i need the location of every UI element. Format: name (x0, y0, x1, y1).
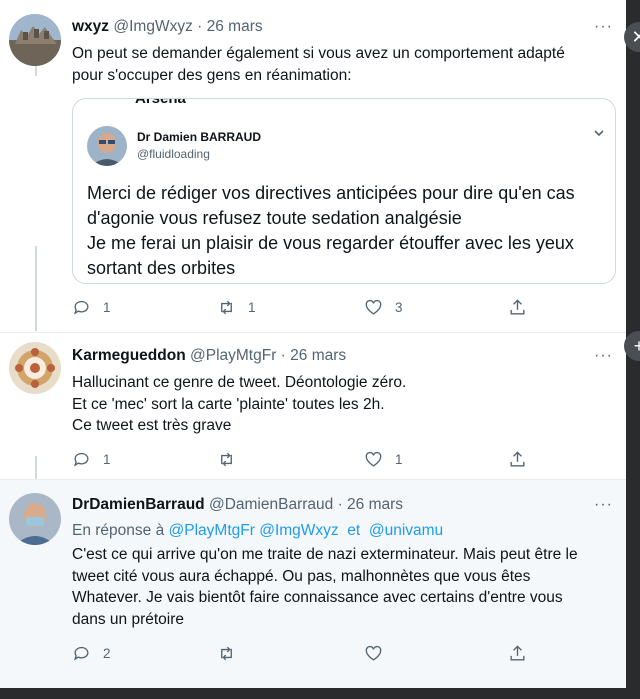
quoted-author-handle[interactable]: @fluidloading (137, 147, 210, 161)
add-button[interactable]: + (624, 331, 640, 361)
quoted-avatar[interactable] (87, 126, 127, 166)
retweet-icon (221, 452, 232, 466)
like-count: 1 (395, 451, 403, 467)
chevron-down-icon[interactable] (593, 126, 605, 144)
author-handle[interactable]: @PlayMtgFr (190, 347, 276, 364)
reply-count: 2 (103, 645, 111, 661)
tweet-thread-panel: wxyz @ImgWxyz · 26 mars ··· On peut se d… (0, 0, 626, 688)
retweet-button[interactable] (217, 642, 248, 664)
share-button[interactable] (508, 296, 527, 318)
author-handle[interactable]: @DamienBarraud (209, 496, 333, 513)
reply-icon (74, 646, 89, 661)
like-icon (365, 299, 382, 315)
add-icon: + (633, 335, 640, 356)
reply-conjunction: et (347, 522, 361, 539)
tweet-wxyz[interactable]: wxyz @ImgWxyz · 26 mars ··· On peut se d… (0, 0, 626, 332)
date-separator: · (333, 496, 348, 513)
close-button[interactable]: ✕ (624, 22, 640, 52)
reply-button[interactable]: 1 (72, 296, 111, 318)
author-name[interactable]: wxyz (72, 18, 109, 35)
reply-icon (74, 300, 89, 315)
close-icon: ✕ (631, 26, 640, 47)
more-icon[interactable]: ··· (594, 496, 613, 514)
retweet-icon (221, 646, 232, 660)
share-button[interactable] (508, 448, 527, 470)
reply-mention[interactable]: @ImgWxyz (259, 522, 338, 539)
tweet-drdamienbarraud[interactable]: DrDamienBarraud @DamienBarraud · 26 mars… (0, 479, 626, 688)
reply-count: 1 (103, 299, 111, 315)
reply-button[interactable]: 1 (72, 448, 111, 470)
date-separator: · (192, 18, 207, 35)
tweet-actions: 1 1 3 (72, 296, 542, 318)
more-icon[interactable]: ··· (594, 18, 613, 36)
share-icon (510, 450, 525, 467)
quoted-tweet-text: Merci de rédiger vos directives anticipé… (87, 183, 575, 278)
reply-prefix: En réponse à (72, 522, 165, 539)
avatar[interactable] (9, 342, 61, 394)
author-name[interactable]: Karmegueddon (72, 347, 186, 364)
like-button[interactable]: 1 (364, 448, 403, 470)
like-button[interactable]: 3 (364, 296, 403, 318)
like-icon (365, 451, 382, 467)
tweet-text: Hallucinant ce genre de tweet. Déontolog… (72, 374, 407, 434)
reply-mention[interactable]: @PlayMtgFr (169, 522, 255, 539)
reply-context: En réponse à @PlayMtgFr @ImgWxyz et @uni… (72, 522, 443, 540)
like-icon (365, 645, 382, 661)
retweet-button[interactable] (217, 448, 248, 470)
author-handle[interactable]: @ImgWxyz (113, 18, 192, 35)
tweet-header: Karmegueddon @PlayMtgFr · 26 mars (72, 347, 346, 365)
tweet-actions: 2 (72, 642, 542, 664)
tweet-karmegueddon[interactable]: Karmegueddon @PlayMtgFr · 26 mars ··· Ha… (0, 332, 626, 480)
date-separator: · (276, 347, 291, 364)
retweet-button[interactable]: 1 (217, 296, 256, 318)
share-icon (510, 298, 525, 315)
reply-mention[interactable]: @univamu (369, 522, 443, 539)
quoted-author-name[interactable]: Dr Damien BARRAUD (137, 130, 261, 144)
author-name[interactable]: DrDamienBarraud (72, 496, 205, 513)
tweet-text: On peut se demander également si vous av… (72, 45, 565, 84)
avatar[interactable] (9, 493, 61, 545)
like-button[interactable] (364, 642, 395, 664)
share-icon (510, 644, 525, 661)
quoted-tweet[interactable]: Arsena Dr Damien BARRAUD @fluidloading M… (72, 98, 616, 284)
tweet-text: C'est ce qui arrive qu'on me traite de n… (72, 546, 578, 628)
reply-count: 1 (103, 451, 111, 467)
tweet-actions: 1 1 (72, 448, 542, 470)
tweet-header: wxyz @ImgWxyz · 26 mars (72, 18, 263, 36)
share-button[interactable] (508, 642, 527, 664)
more-icon[interactable]: ··· (594, 347, 613, 365)
tweet-date[interactable]: 26 mars (207, 18, 263, 35)
reply-icon (74, 452, 89, 467)
retweet-count: 1 (248, 299, 256, 315)
tweet-date[interactable]: 26 mars (347, 496, 403, 513)
retweet-icon (221, 300, 232, 314)
bottom-bar (0, 688, 640, 699)
like-count: 3 (395, 299, 403, 315)
reply-button[interactable]: 2 (72, 642, 111, 664)
tweet-header: DrDamienBarraud @DamienBarraud · 26 mars (72, 496, 403, 514)
quoted-tweet-peek-text: Arsena (135, 98, 186, 107)
tweet-date[interactable]: 26 mars (290, 347, 346, 364)
avatar[interactable] (9, 14, 61, 66)
